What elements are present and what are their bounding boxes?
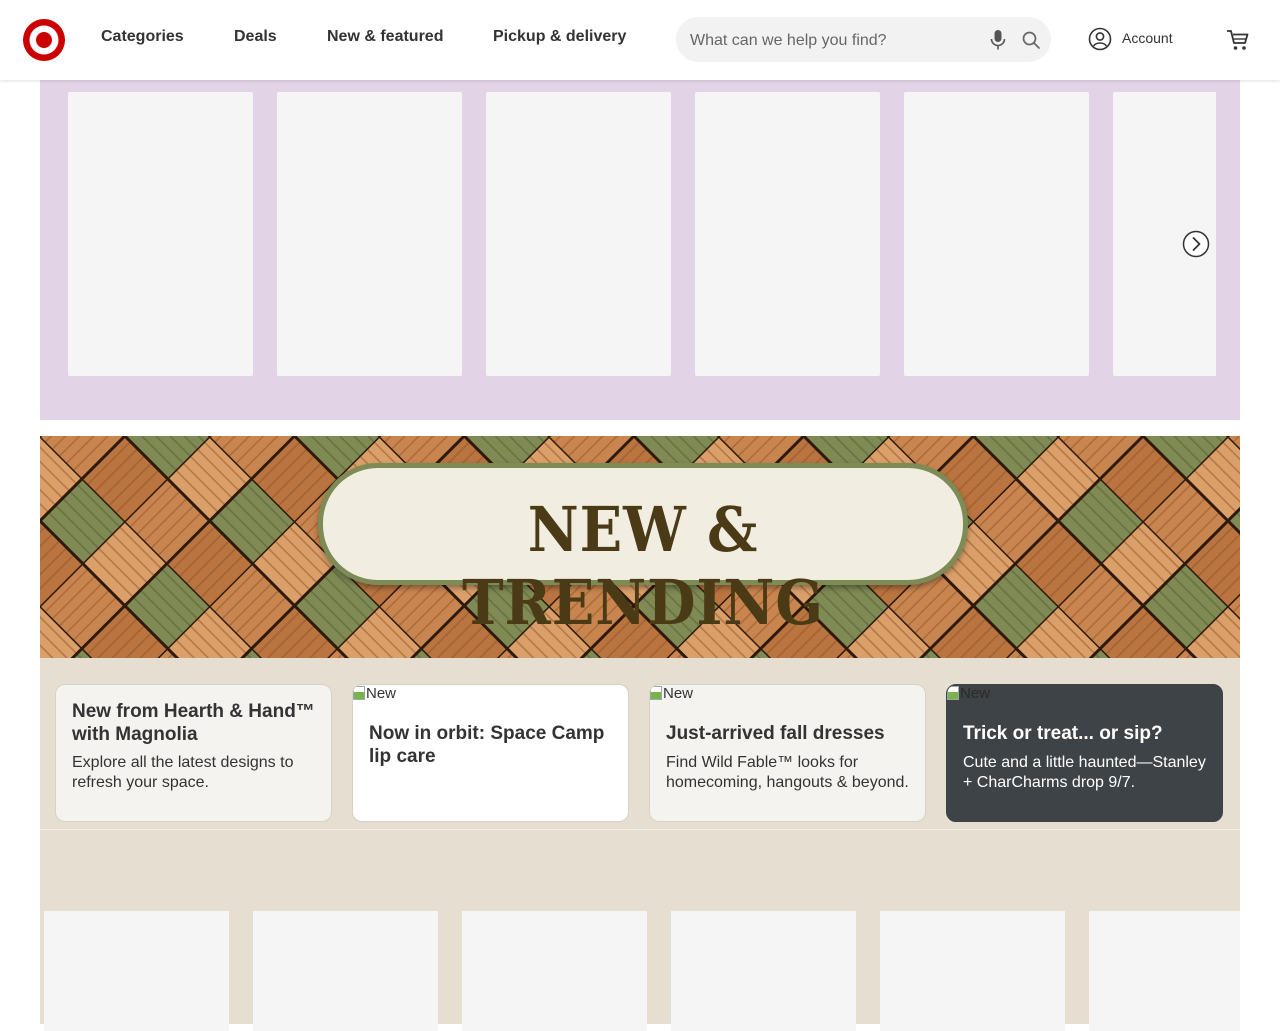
product-card[interactable]	[1089, 911, 1240, 1031]
tile-description: Find Wild Fable™ looks for homecoming, h…	[666, 754, 909, 791]
carousel-track	[40, 80, 1216, 420]
carousel-card[interactable]	[486, 92, 671, 376]
account-circle-icon	[1088, 27, 1112, 51]
product-card[interactable]	[671, 911, 856, 1031]
nav-new-featured[interactable]: New & featured	[327, 28, 443, 46]
tile-title: Trick or treat... or sip?	[963, 723, 1163, 744]
broken-image-icon: New	[650, 685, 693, 702]
carousel-card[interactable]	[68, 92, 253, 376]
nav-pickup-delivery[interactable]: Pickup & delivery	[493, 28, 626, 46]
tile-fall-dresses[interactable]: New Just-arrived fall dresses Find Wild …	[649, 684, 926, 822]
tile-trick-or-treat[interactable]: New Trick or treat... or sip? Cute and a…	[946, 684, 1223, 822]
broken-image-icon: New	[353, 685, 396, 702]
banner-title: NEW & TRENDING	[462, 493, 824, 639]
banner-title-pill: NEW & TRENDING	[318, 463, 968, 639]
tile-description: Explore all the latest designs to refres…	[72, 754, 294, 791]
product-card[interactable]	[44, 911, 229, 1031]
carousel-card[interactable]	[695, 92, 880, 376]
search-bar	[676, 17, 1051, 64]
account-label: Account	[1122, 30, 1173, 46]
carousel-next-button[interactable]	[1182, 230, 1210, 258]
target-logo-icon[interactable]	[22, 18, 66, 62]
product-carousel	[40, 80, 1240, 420]
section-divider	[40, 829, 1240, 830]
site-header: Categories Deals New & featured Pickup &…	[0, 0, 1280, 80]
tile-title: New from Hearth & Hand™ with Magnolia	[72, 701, 315, 745]
product-card[interactable]	[462, 911, 647, 1031]
trending-tiles-section: New from Hearth & Hand™ with Magnolia Ex…	[40, 658, 1240, 1031]
tile-hearth-hand[interactable]: New from Hearth & Hand™ with Magnolia Ex…	[55, 684, 332, 822]
product-card[interactable]	[253, 911, 438, 1031]
broken-image-icon: New	[947, 685, 990, 702]
tile-space-camp[interactable]: New Now in orbit: Space Camp lip care	[352, 684, 629, 822]
product-card[interactable]	[880, 911, 1065, 1031]
carousel-card[interactable]	[277, 92, 462, 376]
nav-deals[interactable]: Deals	[234, 28, 277, 46]
microphone-icon[interactable]	[989, 29, 1007, 51]
carousel-card[interactable]	[904, 92, 1089, 376]
search-icon[interactable]	[1021, 30, 1041, 50]
nav-categories[interactable]: Categories	[101, 28, 184, 46]
search-input[interactable]	[688, 17, 972, 64]
tile-description: Cute and a little haunted—Stanley + Char…	[963, 754, 1206, 791]
tile-title: Just-arrived fall dresses	[666, 723, 885, 744]
tile-title: Now in orbit: Space Camp lip care	[369, 723, 605, 767]
cart-icon[interactable]	[1225, 27, 1251, 53]
new-trending-banner: NEW & TRENDING	[40, 436, 1240, 658]
